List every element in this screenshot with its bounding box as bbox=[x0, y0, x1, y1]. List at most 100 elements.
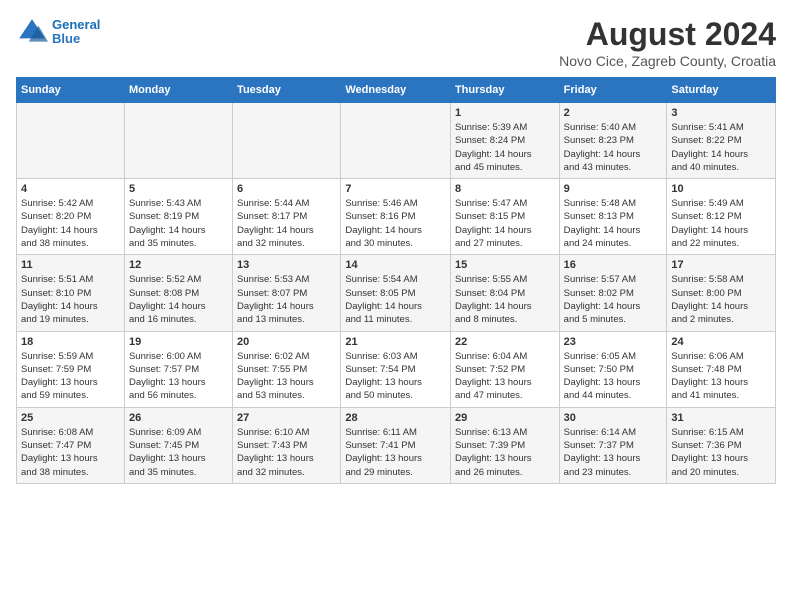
calendar-cell: 19 Sunrise: 6:00 AM Sunset: 7:57 PM Dayli… bbox=[124, 331, 232, 407]
calendar-week-row: 1Sunrise: 5:39 AM Sunset: 8:24 PM Daylig… bbox=[17, 103, 776, 179]
day-of-week-header: Tuesday bbox=[233, 78, 341, 103]
day-number: 10 bbox=[671, 183, 771, 195]
calendar-cell: 1Sunrise: 5:39 AM Sunset: 8:24 PM Daylig… bbox=[450, 103, 559, 179]
calendar-cell: 26 Sunrise: 6:09 AM Sunset: 7:45 PM Dayli… bbox=[124, 407, 232, 483]
day-number: 14 bbox=[345, 259, 446, 271]
day-number: 17 bbox=[671, 259, 771, 271]
day-info: Sunrise: 6:04 AM Sunset: 7:52 PM Dayligh… bbox=[455, 350, 555, 403]
calendar-cell: 2 Sunrise: 5:40 AM Sunset: 8:23 PM Daylig… bbox=[559, 103, 667, 179]
day-info: Sunrise: 5:54 AM Sunset: 8:05 PM Dayligh… bbox=[345, 273, 446, 326]
day-info: Sunrise: 5:46 AM Sunset: 8:16 PM Dayligh… bbox=[345, 197, 446, 250]
calendar-week-row: 11 Sunrise: 5:51 AM Sunset: 8:10 PM Dayli… bbox=[17, 255, 776, 331]
calendar-cell: 24 Sunrise: 6:06 AM Sunset: 7:48 PM Dayli… bbox=[667, 331, 776, 407]
day-number: 1 bbox=[455, 107, 555, 119]
calendar-cell: 11 Sunrise: 5:51 AM Sunset: 8:10 PM Dayli… bbox=[17, 255, 125, 331]
day-of-week-header: Monday bbox=[124, 78, 232, 103]
day-info: Sunrise: 6:08 AM Sunset: 7:47 PM Dayligh… bbox=[21, 426, 120, 479]
calendar-cell: 14 Sunrise: 5:54 AM Sunset: 8:05 PM Dayli… bbox=[341, 255, 451, 331]
calendar-cell: 8 Sunrise: 5:47 AM Sunset: 8:15 PM Daylig… bbox=[450, 179, 559, 255]
day-number: 30 bbox=[564, 412, 663, 424]
day-number: 3 bbox=[671, 107, 771, 119]
day-number: 21 bbox=[345, 336, 446, 348]
logo: General Blue bbox=[16, 16, 100, 48]
day-info: Sunrise: 5:41 AM Sunset: 8:22 PM Dayligh… bbox=[671, 121, 771, 174]
day-info: Sunrise: 5:57 AM Sunset: 8:02 PM Dayligh… bbox=[564, 273, 663, 326]
location-subtitle: Novo Cice, Zagreb County, Croatia bbox=[559, 53, 776, 69]
day-of-week-header: Wednesday bbox=[341, 78, 451, 103]
day-number: 16 bbox=[564, 259, 663, 271]
day-info: Sunrise: 5:43 AM Sunset: 8:19 PM Dayligh… bbox=[129, 197, 228, 250]
day-info: Sunrise: 6:10 AM Sunset: 7:43 PM Dayligh… bbox=[237, 426, 336, 479]
calendar-cell: 27 Sunrise: 6:10 AM Sunset: 7:43 PM Dayli… bbox=[233, 407, 341, 483]
day-info: Sunrise: 6:11 AM Sunset: 7:41 PM Dayligh… bbox=[345, 426, 446, 479]
day-of-week-header: Friday bbox=[559, 78, 667, 103]
calendar-cell: 31Sunrise: 6:15 AM Sunset: 7:36 PM Dayli… bbox=[667, 407, 776, 483]
calendar-cell: 4 Sunrise: 5:42 AM Sunset: 8:20 PM Daylig… bbox=[17, 179, 125, 255]
calendar-cell bbox=[124, 103, 232, 179]
day-info: Sunrise: 5:58 AM Sunset: 8:00 PM Dayligh… bbox=[671, 273, 771, 326]
calendar-cell: 21 Sunrise: 6:03 AM Sunset: 7:54 PM Dayli… bbox=[341, 331, 451, 407]
day-number: 19 bbox=[129, 336, 228, 348]
day-number: 22 bbox=[455, 336, 555, 348]
day-number: 24 bbox=[671, 336, 771, 348]
day-number: 2 bbox=[564, 107, 663, 119]
day-info: Sunrise: 5:51 AM Sunset: 8:10 PM Dayligh… bbox=[21, 273, 120, 326]
calendar-cell: 15Sunrise: 5:55 AM Sunset: 8:04 PM Dayli… bbox=[450, 255, 559, 331]
calendar-cell: 5 Sunrise: 5:43 AM Sunset: 8:19 PM Daylig… bbox=[124, 179, 232, 255]
day-info: Sunrise: 6:13 AM Sunset: 7:39 PM Dayligh… bbox=[455, 426, 555, 479]
day-info: Sunrise: 6:03 AM Sunset: 7:54 PM Dayligh… bbox=[345, 350, 446, 403]
day-number: 29 bbox=[455, 412, 555, 424]
day-info: Sunrise: 6:06 AM Sunset: 7:48 PM Dayligh… bbox=[671, 350, 771, 403]
logo-text: General Blue bbox=[52, 18, 100, 47]
calendar-cell bbox=[341, 103, 451, 179]
day-number: 11 bbox=[21, 259, 120, 271]
calendar-table: SundayMondayTuesdayWednesdayThursdayFrid… bbox=[16, 77, 776, 484]
day-number: 12 bbox=[129, 259, 228, 271]
calendar-cell: 23 Sunrise: 6:05 AM Sunset: 7:50 PM Dayli… bbox=[559, 331, 667, 407]
calendar-cell: 16 Sunrise: 5:57 AM Sunset: 8:02 PM Dayli… bbox=[559, 255, 667, 331]
calendar-cell bbox=[233, 103, 341, 179]
day-number: 13 bbox=[237, 259, 336, 271]
day-number: 18 bbox=[21, 336, 120, 348]
day-number: 31 bbox=[671, 412, 771, 424]
calendar-cell: 7 Sunrise: 5:46 AM Sunset: 8:16 PM Daylig… bbox=[341, 179, 451, 255]
day-info: Sunrise: 5:47 AM Sunset: 8:15 PM Dayligh… bbox=[455, 197, 555, 250]
calendar-cell: 13Sunrise: 5:53 AM Sunset: 8:07 PM Dayli… bbox=[233, 255, 341, 331]
calendar-cell: 10 Sunrise: 5:49 AM Sunset: 8:12 PM Dayli… bbox=[667, 179, 776, 255]
calendar-cell: 30Sunrise: 6:14 AM Sunset: 7:37 PM Dayli… bbox=[559, 407, 667, 483]
day-number: 8 bbox=[455, 183, 555, 195]
day-number: 5 bbox=[129, 183, 228, 195]
calendar-cell: 3 Sunrise: 5:41 AM Sunset: 8:22 PM Daylig… bbox=[667, 103, 776, 179]
day-info: Sunrise: 5:42 AM Sunset: 8:20 PM Dayligh… bbox=[21, 197, 120, 250]
day-info: Sunrise: 5:55 AM Sunset: 8:04 PM Dayligh… bbox=[455, 273, 555, 326]
day-number: 9 bbox=[564, 183, 663, 195]
day-number: 27 bbox=[237, 412, 336, 424]
day-number: 7 bbox=[345, 183, 446, 195]
day-info: Sunrise: 5:40 AM Sunset: 8:23 PM Dayligh… bbox=[564, 121, 663, 174]
calendar-week-row: 18 Sunrise: 5:59 AM Sunset: 7:59 PM Dayli… bbox=[17, 331, 776, 407]
calendar-cell: 12Sunrise: 5:52 AM Sunset: 8:08 PM Dayli… bbox=[124, 255, 232, 331]
calendar-cell: 22 Sunrise: 6:04 AM Sunset: 7:52 PM Dayli… bbox=[450, 331, 559, 407]
calendar-header-row: SundayMondayTuesdayWednesdayThursdayFrid… bbox=[17, 78, 776, 103]
day-number: 23 bbox=[564, 336, 663, 348]
day-number: 26 bbox=[129, 412, 228, 424]
day-info: Sunrise: 5:44 AM Sunset: 8:17 PM Dayligh… bbox=[237, 197, 336, 250]
day-of-week-header: Sunday bbox=[17, 78, 125, 103]
day-info: Sunrise: 6:05 AM Sunset: 7:50 PM Dayligh… bbox=[564, 350, 663, 403]
calendar-cell: 6Sunrise: 5:44 AM Sunset: 8:17 PM Daylig… bbox=[233, 179, 341, 255]
day-info: Sunrise: 5:48 AM Sunset: 8:13 PM Dayligh… bbox=[564, 197, 663, 250]
day-info: Sunrise: 5:49 AM Sunset: 8:12 PM Dayligh… bbox=[671, 197, 771, 250]
calendar-cell: 20Sunrise: 6:02 AM Sunset: 7:55 PM Dayli… bbox=[233, 331, 341, 407]
day-info: Sunrise: 5:59 AM Sunset: 7:59 PM Dayligh… bbox=[21, 350, 120, 403]
calendar-cell: 25Sunrise: 6:08 AM Sunset: 7:47 PM Dayli… bbox=[17, 407, 125, 483]
calendar-cell: 29 Sunrise: 6:13 AM Sunset: 7:39 PM Dayli… bbox=[450, 407, 559, 483]
calendar-cell: 9 Sunrise: 5:48 AM Sunset: 8:13 PM Daylig… bbox=[559, 179, 667, 255]
day-of-week-header: Saturday bbox=[667, 78, 776, 103]
day-info: Sunrise: 6:09 AM Sunset: 7:45 PM Dayligh… bbox=[129, 426, 228, 479]
day-number: 28 bbox=[345, 412, 446, 424]
day-number: 20 bbox=[237, 336, 336, 348]
day-info: Sunrise: 6:00 AM Sunset: 7:57 PM Dayligh… bbox=[129, 350, 228, 403]
day-of-week-header: Thursday bbox=[450, 78, 559, 103]
day-number: 4 bbox=[21, 183, 120, 195]
calendar-cell bbox=[17, 103, 125, 179]
